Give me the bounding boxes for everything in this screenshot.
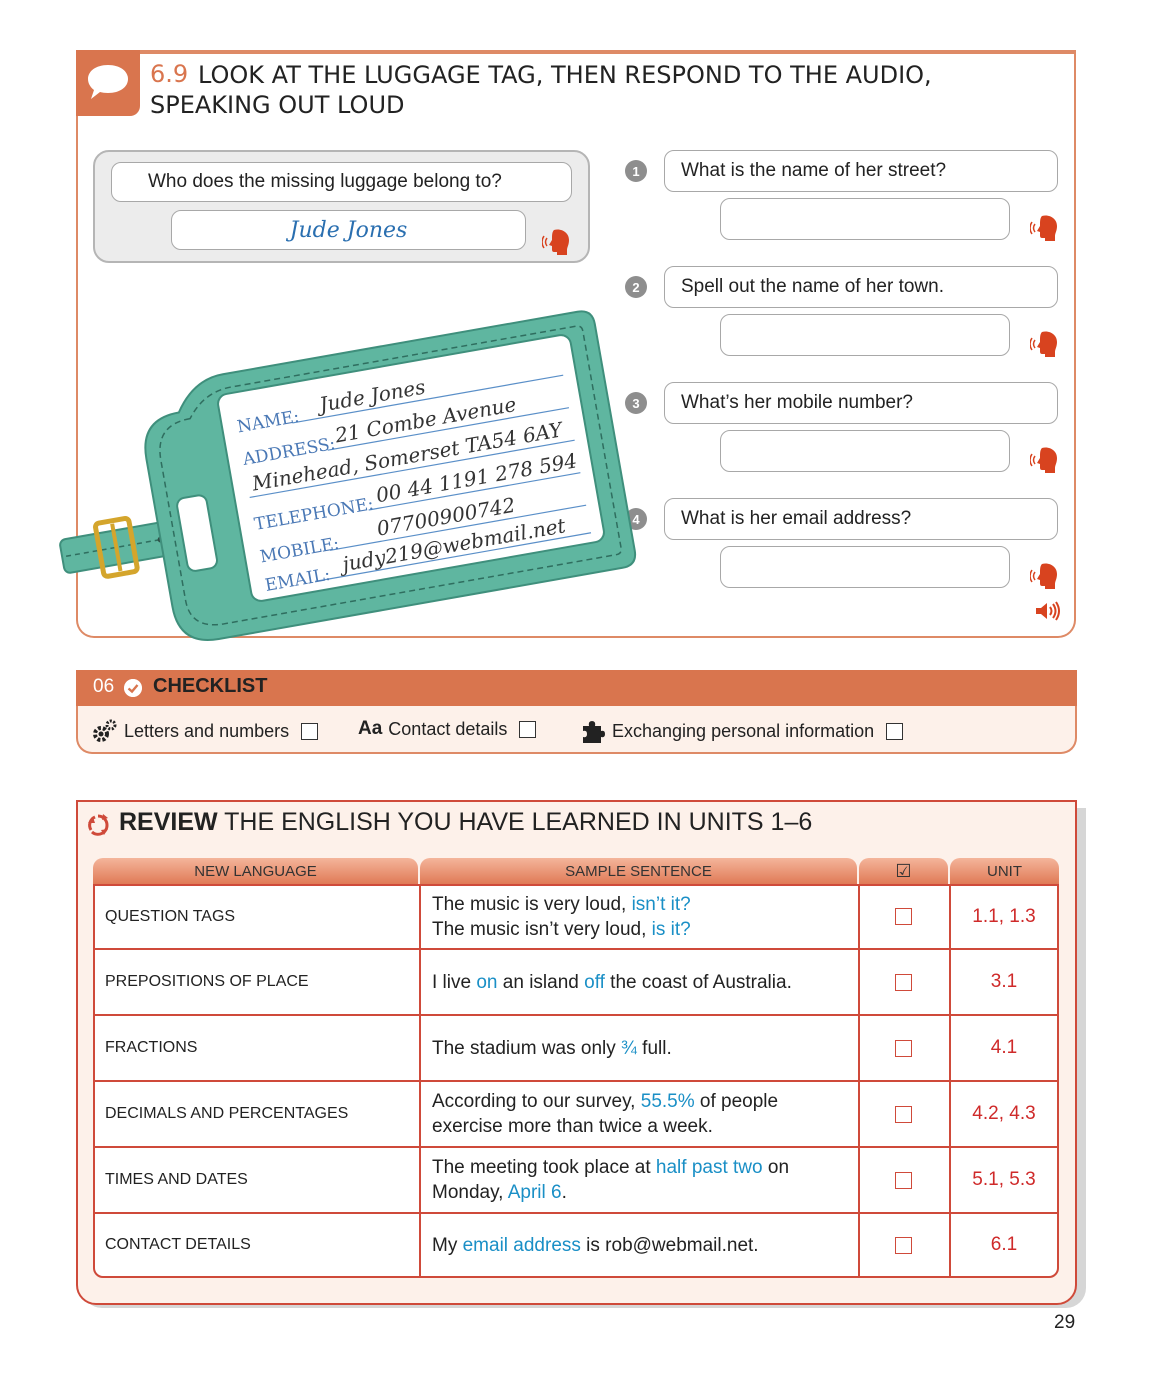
luggage-tag-illustration: NAME: Jude Jones ADDRESS: 21 Combe Avenu… (59, 310, 637, 641)
review-cycle-icon (88, 814, 109, 836)
row-unit: 4.2, 4.3 (972, 1103, 1036, 1124)
checklist-checkbox[interactable] (301, 722, 319, 740)
example-question: Who does the missing luggage belong to? (111, 162, 572, 202)
header-sample-sentence: SAMPLE SENTENCE (420, 858, 857, 884)
row-checkbox[interactable] (895, 1237, 912, 1254)
question-bubble: What is her email address? (664, 498, 1058, 540)
speaking-head-icon (1030, 563, 1057, 589)
row-language: CONTACT DETAILS (105, 1236, 251, 1253)
review-title: REVIEW THE ENGLISH YOU HAVE LEARNED IN U… (119, 808, 812, 837)
row-checkbox[interactable] (895, 1106, 912, 1123)
answer-bubble (720, 430, 1010, 472)
row-checkbox[interactable] (895, 1172, 912, 1189)
checklist-item-contact: Aa Contact details (358, 718, 537, 740)
row-sentence: The meeting took place at half past two … (432, 1157, 790, 1203)
question-bubble: What is the name of her street? (664, 150, 1058, 192)
page-number: 29 (1054, 1312, 1076, 1333)
checklist-item-label: Contact details (388, 718, 508, 739)
row-sentence: I live on an island off the coast of Aus… (432, 971, 792, 993)
checklist-number: 06 (93, 676, 115, 697)
answer-bubble (720, 198, 1010, 240)
checklist-checkbox[interactable] (886, 722, 904, 740)
question-number: 1 (625, 160, 647, 182)
question-bubble: What’s her mobile number? (664, 382, 1058, 424)
audio-speaker-icon[interactable] (1034, 600, 1062, 622)
row-language: FRACTIONS (105, 1039, 198, 1056)
row-unit: 4.1 (990, 1037, 1018, 1058)
header-unit: UNIT (950, 858, 1059, 884)
row-sentence: According to our survey, 55.5% of people… (432, 1091, 779, 1137)
row-checkbox[interactable] (895, 908, 912, 925)
row-sentence: My email address is rob@webmail.net. (432, 1234, 759, 1256)
review-title-rest: THE ENGLISH YOU HAVE LEARNED IN UNITS 1–… (224, 808, 813, 836)
exercise-tab (76, 50, 140, 116)
row-sentence: The music is very loud, isn’t it? The mus… (432, 894, 691, 940)
row-unit: 6.1 (990, 1234, 1018, 1255)
row-sentence: The stadium was only ¾ full. (432, 1037, 672, 1059)
puzzle-icon (583, 721, 605, 743)
row-checkbox[interactable] (895, 974, 912, 991)
checklist-item-exchanging: Exchanging personal information (580, 718, 904, 744)
exercise-title-line1: LOOK AT THE LUGGAGE TAG, THEN RESPOND TO… (198, 61, 932, 89)
question-bubble: Spell out the name of her town. (664, 266, 1058, 308)
checkmark-circle-icon (124, 679, 142, 697)
review-title-bold: REVIEW (119, 808, 218, 836)
checklist-item-letters: Letters and numbers (92, 718, 319, 744)
row-unit: 5.1, 5.3 (972, 1169, 1036, 1190)
row-unit: 3.1 (990, 971, 1018, 992)
answer-bubble (720, 546, 1010, 588)
checklist-item-label: Letters and numbers (124, 720, 290, 741)
speaking-head-icon (542, 229, 569, 255)
header-check: ☑ (859, 858, 948, 884)
example-answer: Jude Jones (171, 210, 526, 250)
exercise-number: 6.9 (150, 60, 189, 88)
answer-bubble (720, 314, 1010, 356)
speech-bubble-icon (88, 65, 128, 99)
checklist-item-label: Exchanging personal information (612, 720, 875, 741)
row-language: QUESTION TAGS (105, 908, 236, 925)
row-language: PREPOSITIONS OF PLACE (105, 973, 309, 990)
speaking-head-icon (1030, 331, 1057, 357)
header-new-language: NEW LANGUAGE (93, 858, 418, 884)
checklist-checkbox[interactable] (519, 720, 537, 738)
row-checkbox[interactable] (895, 1040, 912, 1057)
row-unit: 1.1, 1.3 (972, 906, 1036, 927)
speaking-head-icon (1030, 215, 1057, 241)
row-language: TIMES AND DATES (105, 1171, 248, 1188)
gears-icon (93, 719, 117, 742)
row-language: DECIMALS AND PERCENTAGES (105, 1105, 349, 1122)
aa-icon: Aa (358, 718, 383, 739)
exercise-title-line2: SPEAKING OUT LOUD (150, 91, 405, 119)
speaking-head-icon (1030, 447, 1057, 473)
checklist-title: CHECKLIST (153, 675, 268, 697)
